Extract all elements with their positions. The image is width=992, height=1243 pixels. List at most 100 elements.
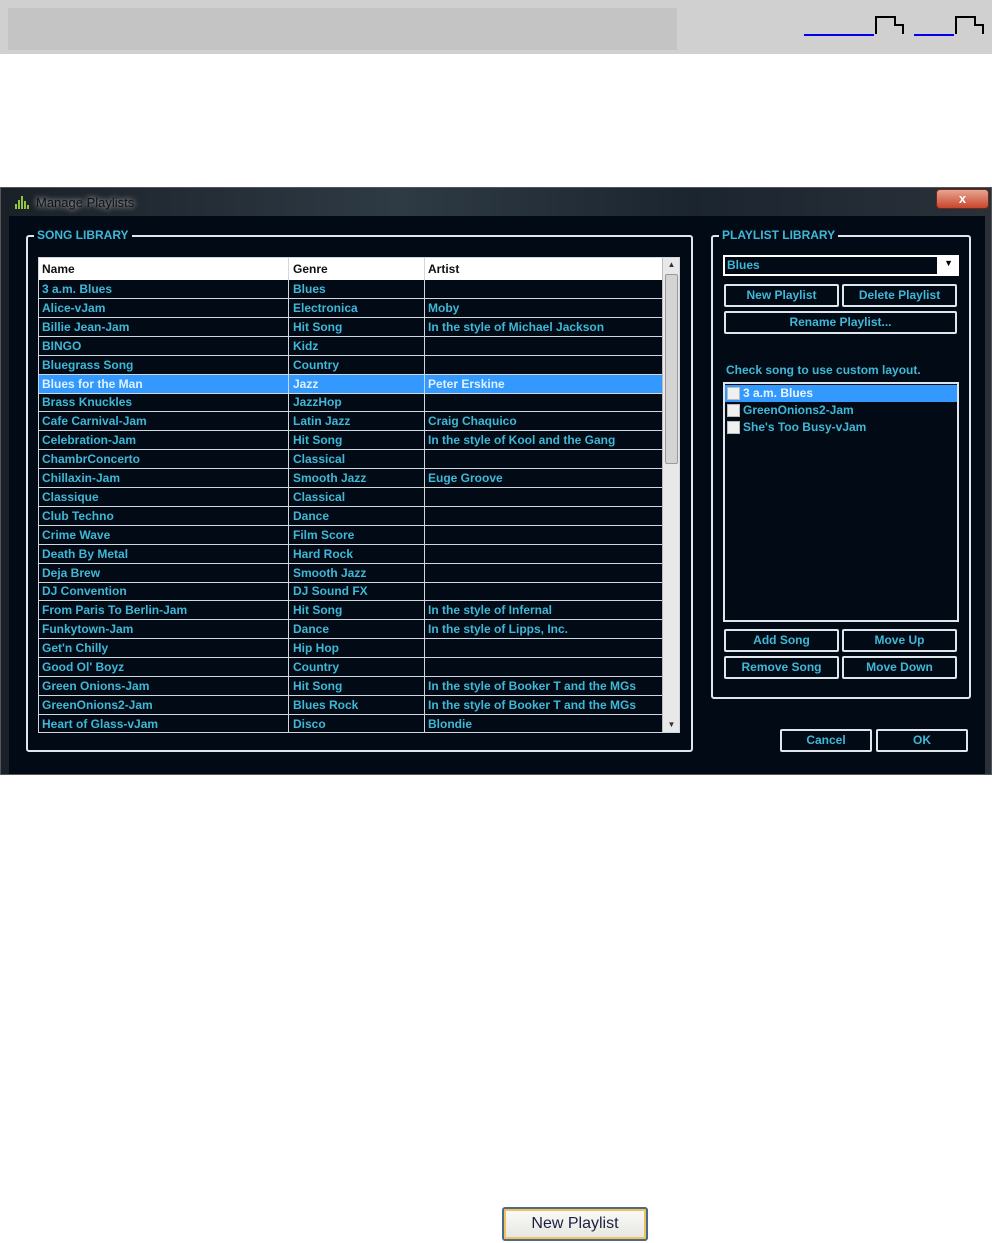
playlist-song-item[interactable]: She's Too Busy-vJam — [725, 419, 957, 436]
vertical-scrollbar[interactable]: ▲ ▼ — [662, 258, 679, 732]
cell-artist: Euge Groove — [428, 471, 503, 485]
cell-name: Celebration-Jam — [42, 433, 137, 448]
ok-button[interactable]: OK — [876, 729, 968, 752]
nav-link-next[interactable] — [914, 34, 954, 36]
cell-genre: Electronica — [293, 300, 358, 315]
cell-name: Billie Jean-Jam — [42, 319, 130, 334]
cell-artist: Peter Erskine — [428, 376, 505, 391]
playlist-song-item[interactable]: GreenOnions2-Jam — [725, 402, 957, 419]
column-header-artist[interactable]: Artist — [428, 262, 459, 276]
song-table[interactable]: Name Genre Artist 3 a.m. Blues Blues Alice… — [38, 257, 680, 733]
table-row[interactable]: DJ Convention DJ Sound FX — [39, 582, 662, 602]
table-row[interactable]: Heart of Glass-vJam Disco Blondie — [39, 715, 662, 732]
table-row[interactable]: Chillaxin-Jam Smooth Jazz Euge Groove — [39, 469, 662, 488]
playlist-songs-list[interactable]: 3 a.m. Blues GreenOnions2-Jam She's Too Bu… — [723, 382, 959, 622]
cell-name: DJ Convention — [42, 584, 127, 599]
chevron-down-icon[interactable]: ▼ — [944, 258, 953, 268]
cell-name: Crime Wave — [42, 527, 111, 542]
table-row[interactable]: Celebration-Jam Hit Song In the style of K… — [39, 431, 662, 451]
table-row[interactable]: ChambrConcerto Classical — [39, 450, 662, 470]
cell-artist: Craig Chaquico — [428, 414, 517, 429]
scroll-up-arrow-icon[interactable]: ▲ — [663, 258, 679, 272]
cell-name: Club Techno — [42, 508, 114, 523]
table-row[interactable]: Deja Brew Smooth Jazz — [39, 564, 662, 583]
cell-name: Death By Metal — [42, 546, 129, 561]
cell-genre: Country — [293, 660, 339, 674]
cell-genre: Hit Song — [293, 319, 343, 334]
table-row[interactable]: Death By Metal Hard Rock — [39, 545, 662, 564]
cell-name: Funkytown-Jam — [42, 622, 134, 637]
cell-genre: Classical — [293, 452, 346, 467]
cell-artist: In the style of Booker T and the MGs — [428, 697, 637, 712]
column-divider — [424, 258, 425, 732]
table-header: Name Genre Artist — [39, 258, 662, 280]
cell-genre: Dance — [293, 508, 330, 523]
table-row[interactable]: Bluegrass Song Country — [39, 356, 662, 375]
remove-song-button[interactable]: Remove Song — [724, 656, 839, 679]
table-row[interactable]: Club Techno Dance — [39, 507, 662, 526]
page-icon — [955, 16, 984, 34]
cell-name: Chillaxin-Jam — [42, 471, 121, 485]
delete-playlist-button[interactable]: Delete Playlist — [842, 284, 957, 307]
table-row[interactable]: BINGO Kidz — [39, 337, 662, 356]
cell-genre: Country — [293, 357, 339, 372]
playlist-library-legend: PLAYLIST LIBRARY — [719, 228, 839, 242]
playlist-song-item[interactable]: 3 a.m. Blues — [725, 385, 957, 402]
new-playlist-button[interactable]: New Playlist — [724, 284, 839, 307]
cell-name: ChambrConcerto — [42, 452, 141, 467]
move-down-button[interactable]: Move Down — [842, 656, 957, 679]
cell-genre: JazzHop — [293, 395, 342, 410]
scrollbar-thumb[interactable] — [665, 274, 678, 464]
scroll-down-arrow-icon[interactable]: ▼ — [663, 718, 679, 732]
cell-name: Green Onions-Jam — [42, 678, 150, 693]
cell-name: Deja Brew — [42, 565, 101, 580]
cell-name: Classique — [42, 489, 99, 504]
table-row[interactable]: Alice-vJam Electronica Moby — [39, 299, 662, 318]
cell-artist: In the style of Infernal — [428, 603, 553, 618]
table-row[interactable]: Good Ol' Boyz Country — [39, 658, 662, 677]
cell-name: Good Ol' Boyz — [42, 660, 125, 674]
cell-name: Brass Knuckles — [42, 395, 133, 410]
table-row[interactable]: Blues for the Man Jazz Peter Erskine — [39, 374, 662, 394]
custom-layout-checkbox[interactable] — [727, 421, 740, 434]
playlist-select[interactable]: Blues ▼ — [723, 255, 959, 276]
table-row[interactable]: Green Onions-Jam Hit Song In the style of … — [39, 677, 662, 696]
table-row[interactable]: Cafe Carnival-Jam Latin Jazz Craig Chaquic… — [39, 412, 662, 432]
dialog-title: Manage Playlists — [36, 195, 135, 210]
cell-genre: DJ Sound FX — [293, 584, 368, 599]
table-row[interactable]: Get'n Chilly Hip Hop — [39, 639, 662, 659]
close-button[interactable]: x — [936, 189, 989, 209]
table-row[interactable]: 3 a.m. Blues Blues — [39, 280, 662, 299]
playlist-song-name: 3 a.m. Blues — [743, 386, 814, 400]
column-header-name[interactable]: Name — [42, 262, 75, 276]
table-row[interactable]: Funkytown-Jam Dance In the style of Lipps,… — [39, 620, 662, 640]
cell-artist: In the style of Kool and the Gang — [428, 433, 616, 448]
cell-name: Blues for the Man — [42, 376, 143, 391]
move-up-button[interactable]: Move Up — [842, 629, 957, 652]
doc-header-bar — [0, 0, 992, 54]
playlist-song-name: GreenOnions2-Jam — [743, 403, 854, 417]
nav-link-previous[interactable] — [804, 34, 874, 36]
table-row[interactable]: Brass Knuckles JazzHop — [39, 393, 662, 413]
cancel-button[interactable]: Cancel — [780, 729, 872, 752]
cell-genre: Classical — [293, 489, 346, 504]
column-header-genre[interactable]: Genre — [293, 262, 328, 276]
page-icon — [875, 16, 904, 34]
cell-genre: Dance — [293, 622, 330, 637]
add-song-button[interactable]: Add Song — [724, 629, 839, 652]
table-row[interactable]: Crime Wave Film Score — [39, 526, 662, 545]
table-row[interactable]: GreenOnions2-Jam Blues Rock In the style o… — [39, 696, 662, 715]
cell-genre: Disco — [293, 716, 326, 731]
table-row[interactable]: Classique Classical — [39, 488, 662, 507]
new-playlist-doc-button[interactable]: New Playlist — [502, 1207, 648, 1241]
custom-layout-checkbox[interactable] — [727, 404, 740, 417]
cell-genre: Hit Song — [293, 603, 343, 618]
table-row[interactable]: Billie Jean-Jam Hit Song In the style of M… — [39, 318, 662, 337]
rename-playlist-button[interactable]: Rename Playlist... — [724, 311, 957, 334]
cell-name: Cafe Carnival-Jam — [42, 414, 147, 429]
table-row[interactable]: From Paris To Berlin-Jam Hit Song In the s… — [39, 601, 662, 621]
cell-name: From Paris To Berlin-Jam — [42, 603, 188, 618]
custom-layout-checkbox[interactable] — [727, 387, 740, 400]
title-bar[interactable]: Manage Playlists x — [1, 188, 991, 216]
cell-name: Alice-vJam — [42, 300, 106, 315]
